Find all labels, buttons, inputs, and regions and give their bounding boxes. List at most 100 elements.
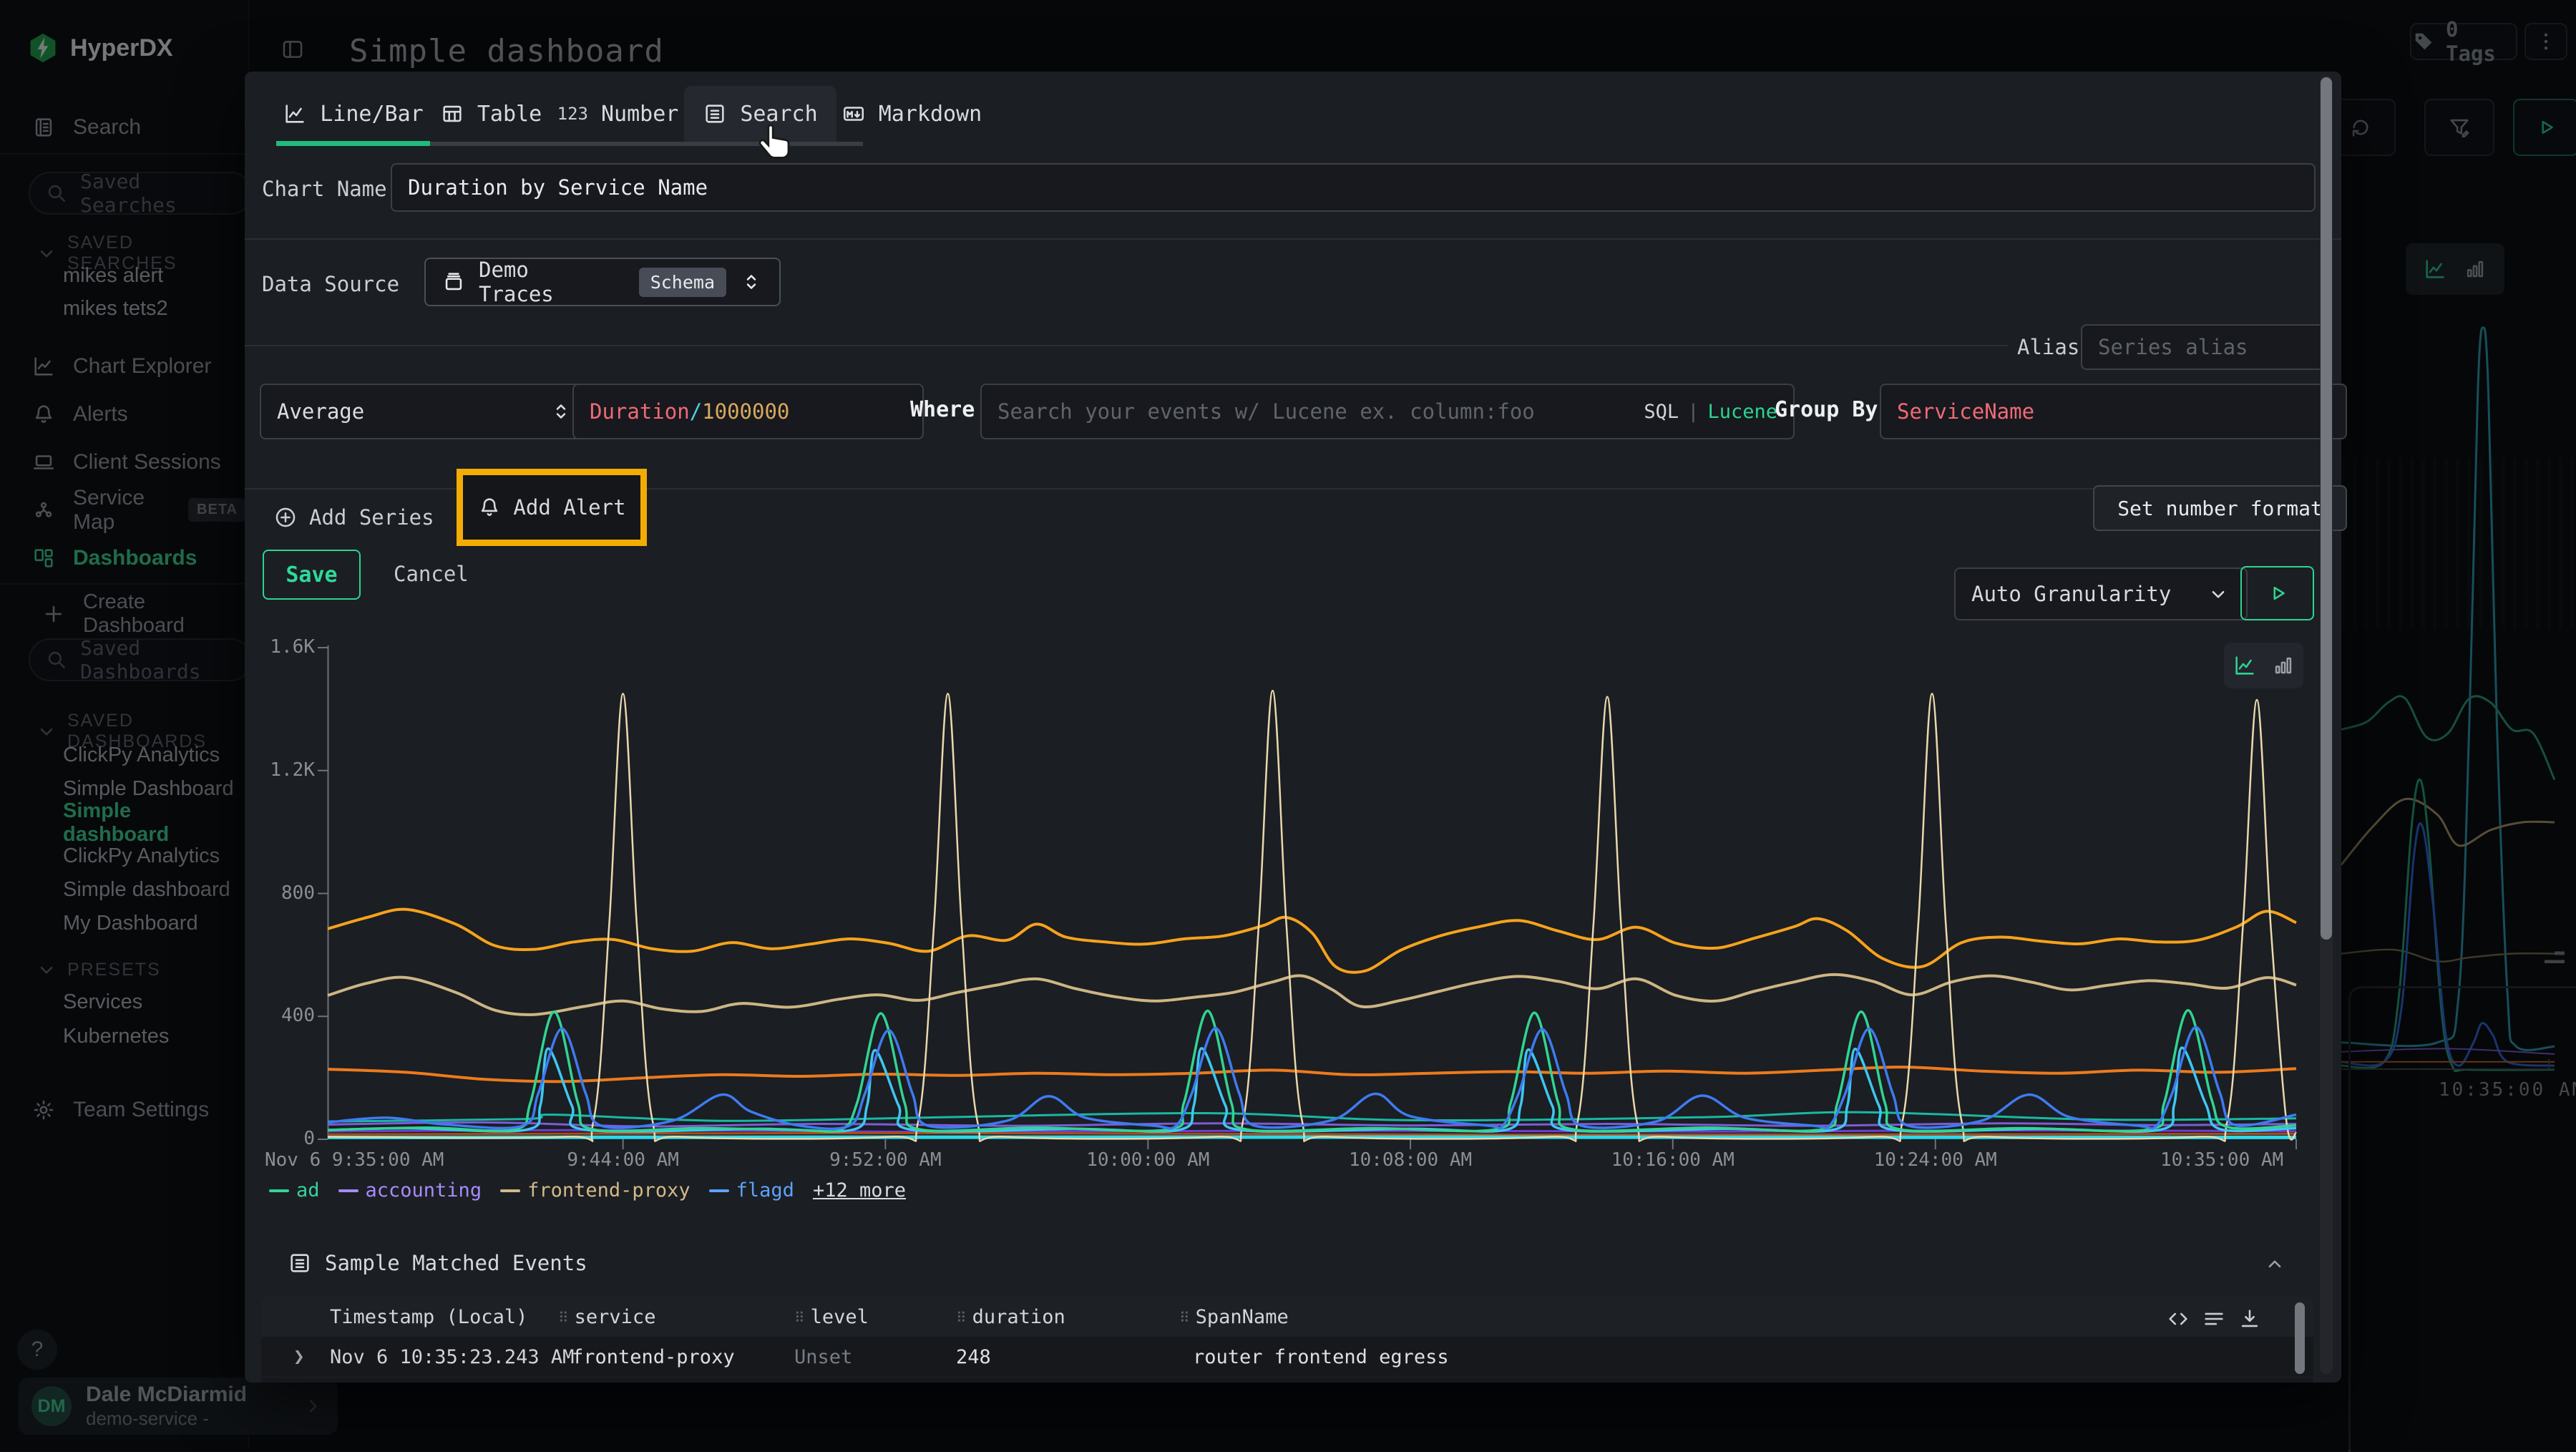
tab-active-underline [276, 141, 430, 146]
legend-label: accounting [366, 1179, 482, 1202]
caret-sort-icon [549, 399, 573, 424]
drag-handle-icon[interactable]: ⠿ [794, 1309, 804, 1326]
drag-handle-icon[interactable]: ⠿ [558, 1309, 567, 1326]
alias-placeholder: Series alias [2098, 335, 2248, 359]
data-source-label: Data Source [262, 272, 399, 296]
set-number-format-button[interactable]: Set number format [2093, 485, 2347, 531]
download-icon [2238, 1307, 2262, 1331]
aggregation-select[interactable]: Average [260, 384, 590, 439]
chart-name-value: Duration by Service Name [408, 175, 708, 200]
column-label: Timestamp (Local) [330, 1306, 527, 1328]
event-cell: Nov 6 10:35:23.243 AM [330, 1346, 574, 1368]
bell-icon [477, 495, 502, 520]
save-label: Save [286, 562, 337, 588]
markdown-icon [841, 102, 866, 126]
lucene-toggle[interactable]: Lucene [1707, 401, 1777, 423]
list-icon [703, 102, 727, 126]
x-axis-label: 10:16:00 AM [1611, 1149, 1735, 1171]
tab-number[interactable]: 123 Number [552, 86, 684, 142]
event-cell: Unset [794, 1346, 852, 1368]
column-label: SpanName [1196, 1306, 1289, 1328]
group-by-value: ServiceName [1897, 399, 2034, 424]
group-by-input[interactable]: ServiceName [1880, 384, 2347, 439]
alias-label: Alias [2017, 335, 2079, 359]
save-button[interactable]: Save [263, 550, 361, 600]
rows-icon [2202, 1307, 2226, 1331]
sample-events-header[interactable]: Sample Matched Events [288, 1251, 587, 1275]
legend-item-flagd[interactable]: flagd [709, 1179, 794, 1202]
x-axis-label: 10:35:00 AM [2160, 1149, 2296, 1171]
events-column-header[interactable]: ⠿level [794, 1306, 869, 1328]
set-number-format-label: Set number format [2117, 497, 2323, 520]
x-axis-label: 10:24:00 AM [1874, 1149, 1997, 1171]
bar-chart-icon [2271, 653, 2296, 678]
expr-field: Duration [590, 399, 690, 424]
modal-scrollbar-thumb[interactable] [2321, 77, 2332, 940]
chevron-up-icon [2263, 1252, 2287, 1277]
tab-markdown[interactable]: Markdown [836, 86, 987, 142]
data-source-value: Demo Traces [479, 258, 613, 306]
tab-table[interactable]: Table [430, 86, 552, 142]
where-search-input[interactable]: Search your events w/ Lucene ex. column:… [980, 384, 1795, 439]
legend-dash [338, 1189, 358, 1192]
x-axis-label: 10:00:00 AM [1086, 1149, 1209, 1171]
alias-input[interactable]: Series alias [2081, 324, 2330, 370]
table-row[interactable]: ❯Nov 6 10:35:23.243 AMfrontend-proxyUnse… [261, 1337, 2313, 1378]
events-column-header[interactable]: Timestamp (Local) [330, 1306, 527, 1328]
add-series-label: Add Series [309, 505, 434, 530]
x-axis-label: 9:52:00 AM [829, 1149, 942, 1171]
play-icon [2265, 581, 2290, 605]
drag-handle-icon[interactable]: ⠿ [956, 1309, 965, 1326]
collapse-events-button[interactable] [2263, 1252, 2287, 1277]
data-source-select[interactable]: Demo Traces Schema [424, 258, 781, 306]
granularity-select[interactable]: Auto Granularity [1954, 567, 2248, 620]
cancel-button[interactable]: Cancel [394, 562, 469, 586]
events-column-header[interactable]: ⠿service [558, 1306, 655, 1328]
sample-events-title: Sample Matched Events [325, 1251, 587, 1275]
tab-label: Number [601, 102, 678, 127]
add-series-button[interactable]: Add Series [273, 490, 434, 545]
modal-scrollbar-track[interactable] [2320, 76, 2333, 1374]
chart-display-toggle[interactable] [2224, 643, 2303, 688]
row-density-button[interactable] [2202, 1307, 2226, 1331]
schema-badge: Schema [639, 268, 726, 297]
add-alert-button[interactable]: Add Alert [457, 469, 647, 546]
x-axis-label: 9:44:00 AM [567, 1149, 679, 1171]
database-icon [441, 270, 466, 294]
chart-editor-modal: Line/Bar Table 123 Number Search Markdow… [245, 72, 2341, 1383]
chart-name-input[interactable]: Duration by Service Name [391, 163, 2316, 212]
divider [245, 238, 2341, 240]
x-axis-label: Nov 6 9:35:00 AM [265, 1149, 444, 1171]
expand-row-icon[interactable]: ❯ [293, 1346, 305, 1368]
legend-item-frontend-proxy[interactable]: frontend-proxy [500, 1179, 691, 1202]
chart-legend: ad accounting frontend-proxy flagd +12 more [269, 1179, 906, 1202]
number-123-icon: 123 [557, 104, 588, 124]
legend-item-ad[interactable]: ad [269, 1179, 320, 1202]
chart-series-checkout [328, 975, 2296, 1015]
download-button[interactable] [2238, 1307, 2262, 1331]
tab-line-bar[interactable]: Line/Bar [276, 86, 430, 142]
granularity-value: Auto Granularity [1971, 582, 2171, 606]
duration-by-service-chart[interactable] [328, 637, 2296, 1139]
plus-circle-icon [273, 505, 298, 530]
where-label: Where [910, 397, 975, 422]
events-column-header[interactable]: ⠿ duration [956, 1306, 1065, 1328]
legend-item-accounting[interactable]: accounting [338, 1179, 482, 1202]
events-scrollbar[interactable] [2295, 1302, 2305, 1374]
column-label: duration [972, 1306, 1065, 1328]
drag-handle-icon[interactable]: ⠿ [1179, 1309, 1189, 1326]
chevron-down-icon [2206, 582, 2230, 606]
legend-more-link[interactable]: +12 more [813, 1179, 906, 1202]
events-column-header[interactable]: ⠿ SpanName [1179, 1306, 1289, 1328]
y-axis-label: 1.6K [252, 636, 315, 658]
field-expression-input[interactable]: Duration/1000000 [572, 384, 924, 439]
sql-toggle[interactable]: SQL [1644, 401, 1679, 423]
run-chart-button[interactable] [2240, 566, 2314, 620]
caret-sort-icon [739, 270, 763, 294]
chart-name-label: Chart Name [262, 177, 387, 201]
code-view-button[interactable] [2166, 1307, 2190, 1331]
y-axis-label: 0 [252, 1128, 315, 1149]
legend-label: frontend-proxy [527, 1179, 691, 1202]
chart-series-frontend [328, 910, 2296, 973]
table-row[interactable]: ❯Nov 6 10:35:23.343 AMfrontend-proxyUnse… [261, 1378, 2313, 1383]
